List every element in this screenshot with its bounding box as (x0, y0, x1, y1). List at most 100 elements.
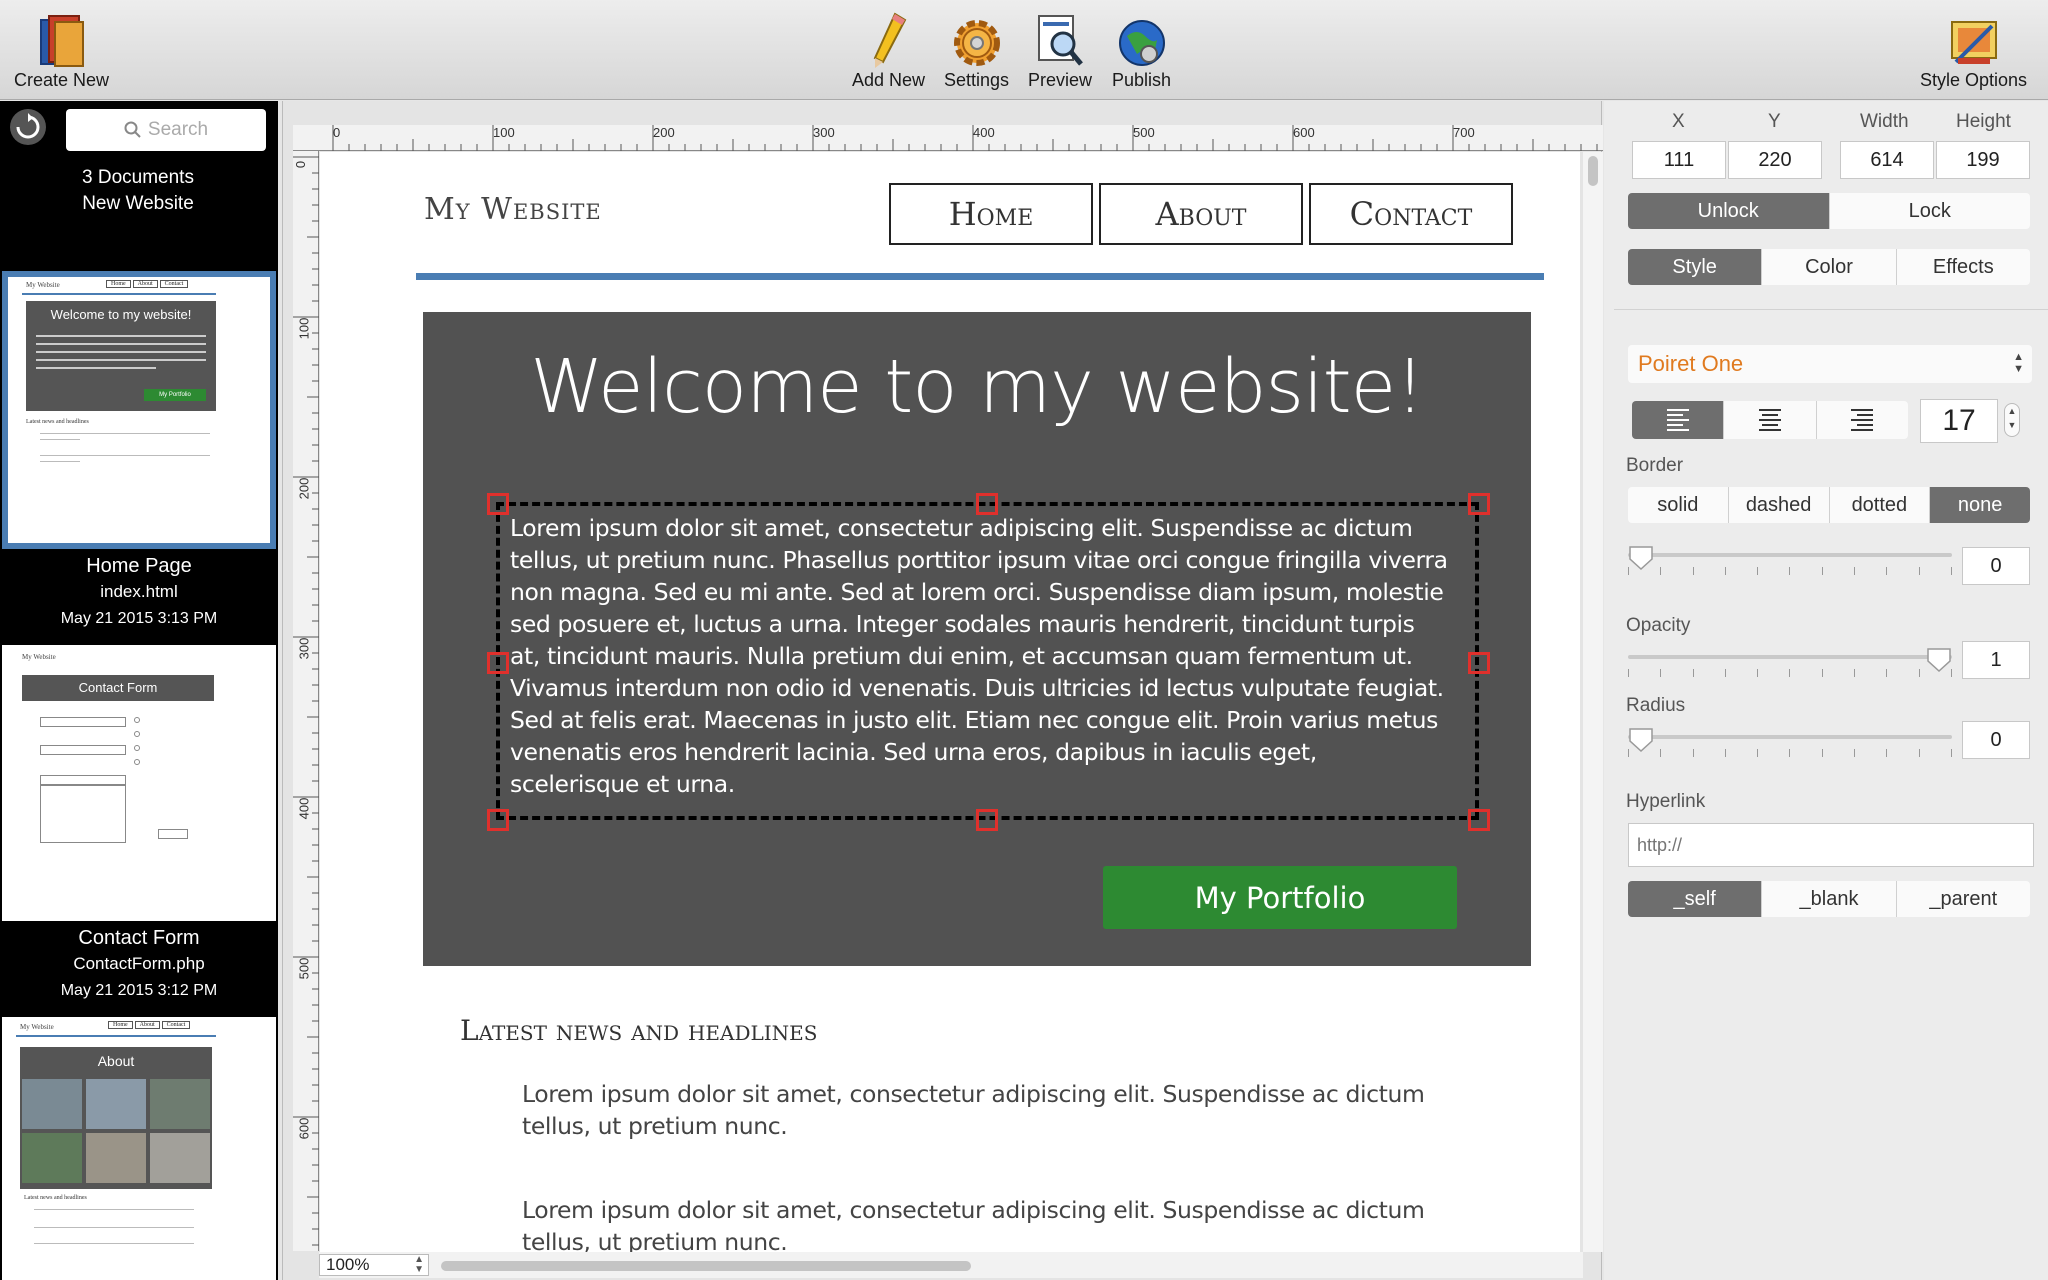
border-solid-button[interactable]: solid (1628, 487, 1729, 523)
add-new-button[interactable]: Add New (852, 10, 925, 91)
add-new-label: Add New (852, 70, 926, 90)
font-size-stepper[interactable]: ▲ ▼ (2004, 403, 2020, 437)
resize-handle-top-left[interactable] (487, 493, 509, 515)
target-blank-button[interactable]: _blank (1762, 881, 1897, 917)
ruler-ticks (293, 156, 319, 1246)
create-new-label: Create New (14, 70, 110, 90)
thumb-nav-item: About (134, 1021, 160, 1029)
resize-handle-bottom[interactable] (976, 809, 998, 831)
scroll-thumb[interactable] (1588, 156, 1598, 186)
thumb-submit (158, 829, 188, 839)
resize-handle-right[interactable] (1468, 652, 1490, 674)
border-width-field[interactable]: 0 (1962, 547, 2030, 585)
thumb-photo (150, 1079, 210, 1129)
nav-contact[interactable]: Contact (1309, 183, 1513, 245)
slider-track (1628, 553, 1952, 557)
thumb-hero-title: Contact Form (78, 680, 158, 695)
thumb-nav: Home About Contact (108, 1021, 191, 1029)
lock-button[interactable]: Lock (1829, 193, 2030, 229)
border-none-button[interactable]: none (1930, 487, 2030, 523)
site-title[interactable]: My Website (424, 192, 602, 227)
news-item[interactable]: Lorem ipsum dolor sit amet, consectetur … (522, 1078, 1482, 1142)
thumb-text-line (36, 351, 206, 353)
thumb-radio (134, 717, 140, 723)
ruler-label: 400 (973, 125, 995, 140)
font-select[interactable]: Poiret One ▲ ▼ (1628, 345, 2032, 383)
radius-field[interactable]: 0 (1962, 721, 2030, 759)
document-item-home[interactable]: My Website Home About Contact Welcome to… (2, 271, 276, 633)
web-page: My Website Home About Contact Welcome to… (320, 152, 1580, 1252)
nav-home[interactable]: Home (889, 183, 1093, 245)
resize-handle-left[interactable] (487, 652, 509, 674)
tab-color[interactable]: Color (1762, 249, 1897, 285)
slider-ticks (1628, 567, 1952, 575)
thumb-photo (22, 1079, 82, 1129)
align-center-button[interactable] (1724, 401, 1817, 439)
width-label: Width (1860, 111, 1909, 132)
resize-handle-bottom-right[interactable] (1468, 809, 1490, 831)
font-size-field[interactable]: 17 (1920, 399, 1998, 443)
height-field[interactable]: 199 (1936, 141, 2030, 179)
slider-thumb[interactable] (1628, 727, 1654, 753)
publish-button[interactable]: Publish (1112, 10, 1171, 91)
refresh-button[interactable] (10, 109, 46, 145)
document-count: 3 Documents (82, 167, 194, 188)
slider-thumb[interactable] (1926, 647, 1952, 673)
create-new-button[interactable]: Create New (14, 10, 109, 91)
search-input[interactable]: Search (66, 109, 266, 151)
nav-about[interactable]: About (1099, 183, 1303, 245)
zoom-value: 100% (326, 1255, 370, 1274)
width-field[interactable]: 614 (1840, 141, 1934, 179)
tab-effects[interactable]: Effects (1896, 249, 2030, 285)
border-dotted-button[interactable]: dotted (1829, 487, 1931, 523)
hyperlink-input[interactable] (1628, 823, 2034, 867)
border-width-slider[interactable] (1628, 545, 1952, 575)
ruler-label: 200 (653, 125, 675, 140)
document-item-contact[interactable]: My Website Contact Form Contact Form Con… (2, 645, 276, 1005)
thumb-nav: Home About Contact (106, 280, 189, 288)
y-field[interactable]: 220 (1728, 141, 1822, 179)
selection-outline (496, 502, 1479, 820)
header-divider (416, 273, 1544, 280)
thumb-text-line (40, 439, 80, 440)
border-label: Border (1626, 455, 1684, 476)
document-item-about[interactable]: My Website Home About Contact About Late… (2, 1017, 276, 1280)
target-self-button[interactable]: _self (1628, 881, 1763, 917)
create-new-icon (36, 10, 88, 68)
horizontal-scroll-thumb[interactable] (441, 1261, 971, 1271)
slider-track (1628, 735, 1952, 739)
settings-label: Settings (944, 70, 1010, 90)
ruler-label: 200 (296, 477, 312, 500)
opacity-field[interactable]: 1 (1962, 641, 2030, 679)
hero-section[interactable]: Welcome to my website! Lorem ipsum dolor… (423, 312, 1531, 966)
style-options-button[interactable]: Style Options (1920, 10, 2027, 91)
palette-icon (1948, 10, 2000, 68)
unlock-button[interactable]: Unlock (1628, 193, 1830, 229)
settings-button[interactable]: Settings (944, 10, 1009, 91)
resize-handle-top-right[interactable] (1468, 493, 1490, 515)
align-right-button[interactable] (1816, 401, 1908, 439)
align-left-button[interactable] (1632, 401, 1725, 439)
opacity-slider[interactable] (1628, 647, 1952, 677)
slider-thumb[interactable] (1628, 545, 1654, 571)
preview-button[interactable]: Preview (1028, 10, 1092, 91)
target-parent-button[interactable]: _parent (1896, 881, 2030, 917)
ruler-label: 100 (493, 125, 515, 140)
document-date: May 21 2015 3:13 PM (60, 610, 218, 627)
hero-title[interactable]: Welcome to my website! (423, 344, 1531, 430)
document-date: May 21 2015 3:12 PM (60, 982, 218, 999)
thumb-photo (86, 1079, 146, 1129)
zoom-select[interactable]: 100% ▲ ▼ (319, 1254, 429, 1276)
radius-slider[interactable] (1628, 727, 1952, 757)
portfolio-button[interactable]: My Portfolio (1103, 866, 1457, 929)
align-left-icon (1666, 409, 1689, 431)
vertical-scrollbar[interactable] (1583, 152, 1603, 1252)
resize-handle-top[interactable] (976, 493, 998, 515)
news-item[interactable]: Lorem ipsum dolor sit amet, consectetur … (522, 1194, 1482, 1252)
news-heading[interactable]: Latest news and headlines (460, 1014, 817, 1047)
resize-handle-bottom-left[interactable] (487, 809, 509, 831)
border-dashed-button[interactable]: dashed (1728, 487, 1830, 523)
thumb-text-line (40, 433, 210, 434)
tab-style[interactable]: Style (1628, 249, 1763, 285)
x-field[interactable]: 111 (1632, 141, 1726, 179)
